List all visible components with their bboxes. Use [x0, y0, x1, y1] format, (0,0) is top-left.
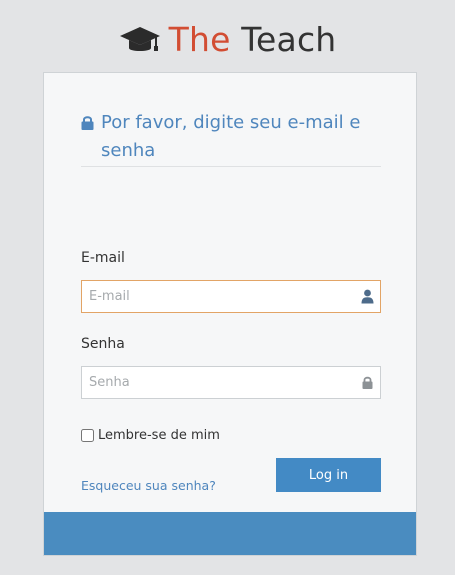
login-heading: Por favor, digite seu e-mail e senha — [81, 109, 381, 165]
lock-icon — [362, 376, 373, 389]
app-logo: The Teach — [0, 18, 455, 62]
remember-me-checkbox[interactable] — [81, 429, 94, 442]
remember-me-label[interactable]: Lembre-se de mim — [98, 428, 220, 443]
forgot-password-link[interactable]: Esqueceu sua senha? — [81, 478, 216, 493]
password-field[interactable] — [81, 366, 381, 399]
graduation-cap-icon — [119, 27, 160, 51]
password-input[interactable] — [82, 367, 349, 398]
card-footer-bar — [44, 512, 416, 555]
lock-icon — [81, 116, 94, 130]
brand-name-teach: Teach — [230, 20, 337, 59]
brand-name-the: The — [168, 20, 231, 59]
email-field[interactable] — [81, 280, 381, 313]
login-button[interactable]: Log in — [276, 458, 381, 492]
brand-name: The Teach — [169, 20, 337, 60]
login-card: Por favor, digite seu e-mail e senha E-m… — [43, 72, 417, 556]
heading-divider — [81, 166, 381, 167]
remember-me: Lembre-se de mim — [81, 428, 220, 443]
email-label: E-mail — [81, 250, 125, 266]
password-label: Senha — [81, 336, 125, 352]
login-heading-text: Por favor, digite seu e-mail e senha — [101, 112, 361, 161]
email-input[interactable] — [82, 281, 349, 312]
user-icon — [361, 289, 374, 304]
